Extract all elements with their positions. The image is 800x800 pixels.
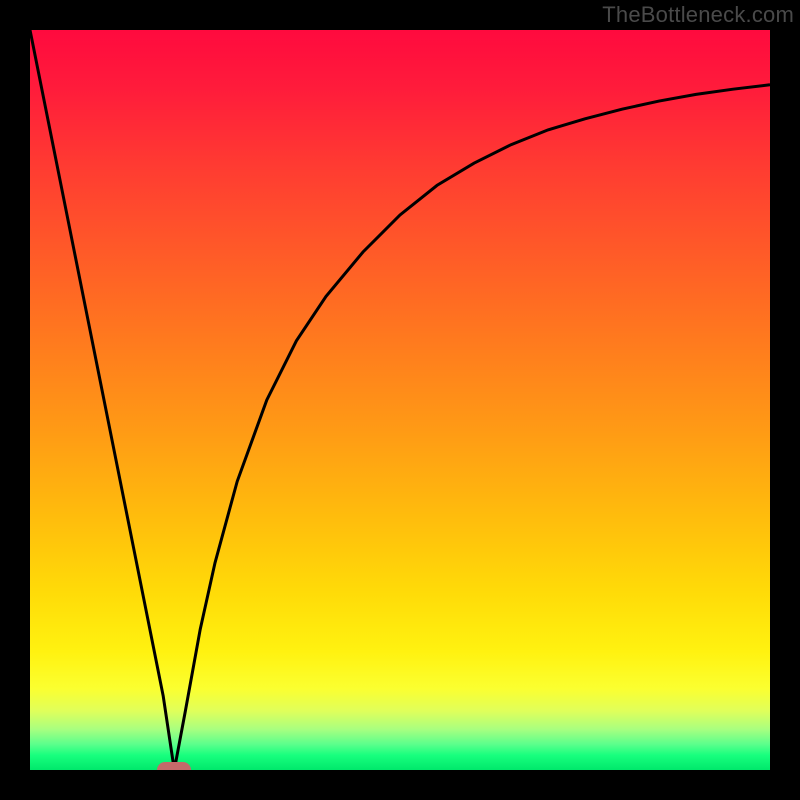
curve-path <box>30 30 770 770</box>
watermark-text: TheBottleneck.com <box>602 2 794 28</box>
chart-frame: TheBottleneck.com <box>0 0 800 800</box>
bottleneck-curve <box>30 30 770 770</box>
plot-area <box>30 30 770 770</box>
minimum-marker <box>157 762 191 770</box>
